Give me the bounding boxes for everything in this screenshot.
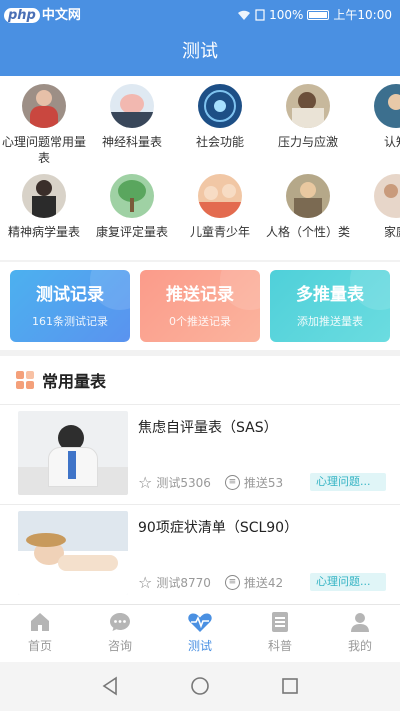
watermark-php: php <box>4 8 40 23</box>
multi-push-card[interactable]: 多推量表 添加推送量表 <box>270 270 390 342</box>
push-count: ≡ 推送42 <box>224 574 284 591</box>
tab-test[interactable]: 测试 <box>160 609 240 654</box>
scale-thumbnail <box>18 511 128 595</box>
system-nav-bar <box>0 662 400 711</box>
card-title: 多推量表 <box>296 285 364 305</box>
sim-icon <box>255 8 265 21</box>
category-avatar <box>22 174 66 218</box>
category-label: 认知 <box>383 135 400 149</box>
category-avatar <box>286 84 330 128</box>
category-label: 精神病学量表 <box>7 225 80 239</box>
user-icon <box>320 609 400 635</box>
scale-row[interactable]: 焦虑自评量表（SAS） ☆ 测试5306 ≡ 推送53 心理问题... <box>0 404 400 496</box>
tab-science[interactable]: 科普 <box>240 609 320 654</box>
tab-label: 首页 <box>27 639 52 653</box>
category-label: 压力与应激 <box>277 135 338 149</box>
category-label: 家庭 <box>383 225 400 239</box>
back-icon[interactable] <box>100 676 120 696</box>
tab-label: 测试 <box>187 639 212 653</box>
card-subtitle: 161条测试记录 <box>32 315 108 328</box>
category-item-personality[interactable]: 人格（个性）类 <box>264 174 352 240</box>
wifi-icon <box>238 10 251 20</box>
category-avatar <box>198 174 242 218</box>
category-avatar <box>110 84 154 128</box>
category-label: 康复评定量表 <box>95 225 168 239</box>
scale-tag: 心理问题... <box>310 573 386 591</box>
push-icon: ≡ <box>224 475 240 490</box>
card-subtitle: 添加推送量表 <box>297 315 363 328</box>
category-item-rehab[interactable]: 康复评定量表 <box>88 174 176 240</box>
clock: 上午10:00 <box>333 8 392 22</box>
test-count: ☆ 测试5306 <box>138 473 211 492</box>
chat-icon <box>80 609 160 635</box>
section-title: 常用量表 <box>42 372 107 391</box>
tab-home[interactable]: 首页 <box>0 609 80 654</box>
tab-label: 我的 <box>347 639 372 653</box>
page-title: 测试 <box>0 28 400 76</box>
category-avatar <box>374 174 400 218</box>
scale-name: 焦虑自评量表（SAS） <box>138 420 278 436</box>
push-records-card[interactable]: 推送记录 0个推送记录 <box>140 270 260 342</box>
heartbeat-icon <box>160 609 240 635</box>
scale-meta: ☆ 测试5306 ≡ 推送53 <box>138 473 297 492</box>
category-label: 心理问题常用量表 <box>1 135 86 165</box>
recents-icon[interactable] <box>280 676 300 696</box>
category-avatar <box>286 174 330 218</box>
home-icon <box>0 609 80 635</box>
home-nav-icon[interactable] <box>190 676 210 696</box>
grid-icon <box>16 371 34 389</box>
category-item-psychiatry[interactable]: 精神病学量表 <box>0 174 88 240</box>
category-label: 社会功能 <box>195 135 244 149</box>
battery-icon <box>307 9 330 20</box>
section-header: 常用量表 <box>16 368 106 392</box>
bottom-tab-bar: 首页 咨询 测试 科普 我的 <box>0 604 400 662</box>
tab-mine[interactable]: 我的 <box>320 609 400 654</box>
quick-cards: 测试记录 161条测试记录 推送记录 0个推送记录 多推量表 添加推送量表 <box>0 262 400 350</box>
status-bar: php 中文网 100% 上午10:00 <box>0 0 400 28</box>
test-count-text: 测试5306 <box>156 476 211 490</box>
card-title: 测试记录 <box>36 285 104 305</box>
tab-label: 咨询 <box>107 639 132 653</box>
category-avatar <box>374 84 400 128</box>
category-avatar <box>110 174 154 218</box>
category-label: 神经科量表 <box>101 135 162 149</box>
category-item-family[interactable]: 家庭 <box>352 174 400 240</box>
scale-row[interactable]: 90项症状清单（SCL90） ☆ 测试8770 ≡ 推送42 心理问题... <box>0 504 400 596</box>
push-count-text: 推送53 <box>243 476 284 490</box>
scale-thumbnail <box>18 411 128 495</box>
tab-consult[interactable]: 咨询 <box>80 609 160 654</box>
push-count-text: 推送42 <box>243 576 284 590</box>
card-subtitle: 0个推送记录 <box>169 315 231 328</box>
category-item-cognition[interactable]: 认知 <box>352 84 400 150</box>
status-right: 100% 上午10:00 <box>237 6 392 23</box>
scale-name: 90项症状清单（SCL90） <box>138 520 299 536</box>
document-icon <box>240 609 320 635</box>
star-icon: ☆ <box>138 573 153 592</box>
scale-meta: ☆ 测试8770 ≡ 推送42 <box>138 573 297 592</box>
common-scales-section: 常用量表 焦虑自评量表（SAS） ☆ 测试5306 ≡ 推送53 心理问题... 9… <box>0 356 400 604</box>
star-icon: ☆ <box>138 473 153 492</box>
tab-label: 科普 <box>267 639 292 653</box>
category-item-stress[interactable]: 压力与应激 <box>264 84 352 150</box>
category-avatar <box>22 84 66 128</box>
category-item-mental[interactable]: 心理问题常用量表 <box>0 84 88 166</box>
category-item-children[interactable]: 儿童青少年 <box>176 174 264 240</box>
category-grid: 心理问题常用量表 神经科量表 社会功能 压力与应激 认知 精神病学量表 <box>0 76 400 260</box>
category-item-neuro[interactable]: 神经科量表 <box>88 84 176 150</box>
category-item-social[interactable]: 社会功能 <box>176 84 264 150</box>
card-title: 推送记录 <box>166 285 234 305</box>
watermark-text: 中文网 <box>41 8 81 23</box>
category-avatar <box>198 84 242 128</box>
push-icon: ≡ <box>224 575 240 590</box>
test-records-card[interactable]: 测试记录 161条测试记录 <box>10 270 130 342</box>
category-label: 人格（个性）类 <box>265 225 350 239</box>
push-count: ≡ 推送53 <box>224 474 284 491</box>
test-count: ☆ 测试8770 <box>138 573 211 592</box>
watermark: php 中文网 <box>4 4 81 23</box>
test-count-text: 测试8770 <box>156 576 211 590</box>
category-label: 儿童青少年 <box>189 225 250 239</box>
scale-tag: 心理问题... <box>310 473 386 491</box>
battery-percent: 100% <box>269 7 304 22</box>
